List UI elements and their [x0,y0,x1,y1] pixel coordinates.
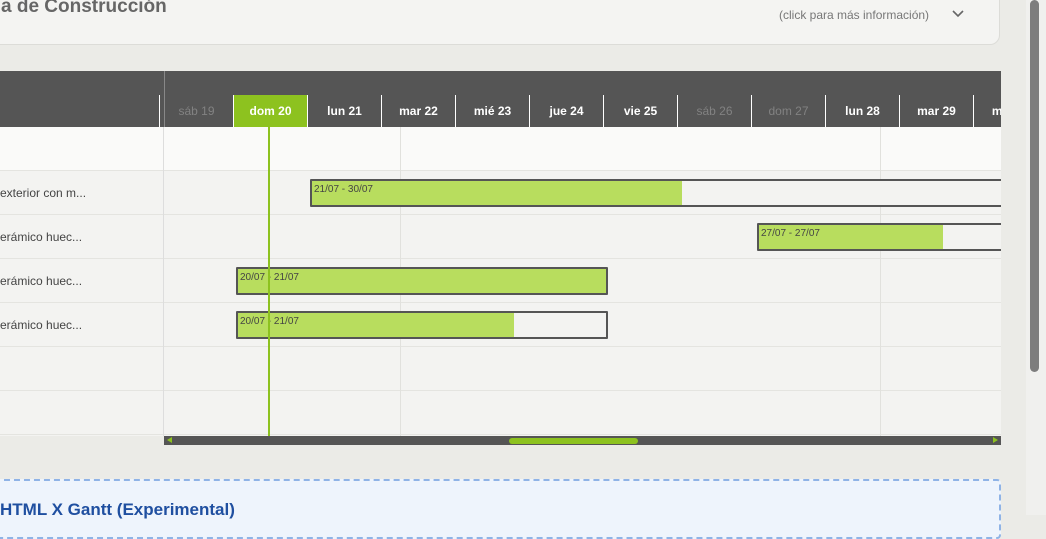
day-label: dom 20 [249,104,292,118]
day-cell[interactable]: jue 24 [529,95,603,127]
task-dates: 27/07 - 27/07 [761,228,820,239]
scroll-left-icon[interactable] [167,437,172,443]
task-name: erámico huec... [0,318,83,332]
gantt-chart: sáb 19 dom 20 lun 21 mar 22 mié 23 jue 2… [0,71,1001,445]
task-row[interactable] [0,347,163,391]
day-cell[interactable]: mar 22 [381,95,455,127]
task-grid: exterior con m... erámico huec... erámic… [0,127,164,436]
task-row[interactable] [0,127,163,171]
today-marker [268,127,270,436]
task-row[interactable] [0,391,163,435]
window-scrollbar[interactable] [1026,0,1046,515]
scroll-right-icon[interactable] [993,437,998,443]
day-cell[interactable]: mié 30 [973,95,1001,127]
day-label: mar 22 [399,104,438,118]
day-cell[interactable]: dom 27 [751,95,825,127]
timeline-row [164,347,1001,391]
day-cell[interactable]: sáb 26 [677,95,751,127]
day-cell[interactable]: lun 21 [307,95,381,127]
page-title: a de Construcción [1,0,167,17]
project-header-card[interactable]: a de Construcción (click para más inform… [0,0,1000,45]
task-row[interactable]: erámico huec... [0,259,163,303]
day-label: sáb 26 [696,104,733,118]
day-label: sáb 19 [178,104,215,118]
more-info-hint[interactable]: (click para más información) [779,8,929,22]
scroll-thumb[interactable] [509,438,638,444]
task-dates: 21/07 - 30/07 [314,184,373,195]
task-bar[interactable]: 27/07 - 27/07 [757,223,1001,251]
day-cell[interactable]: dom 20 [233,95,307,127]
day-cell[interactable]: sáb 19 [159,95,233,127]
week-divider [880,127,881,436]
window-scroll-thumb[interactable] [1030,0,1039,372]
day-label: mié 30 [991,104,1001,118]
experimental-section: HTML X Gantt (Experimental) [0,479,1001,539]
task-name: erámico huec... [0,230,83,244]
timeline-body: 21/07 - 30/07 27/07 - 27/07 20/07 - 21/0… [164,127,1001,436]
task-row[interactable]: erámico huec... [0,215,163,259]
day-label: dom 27 [768,104,809,118]
timeline-row [164,391,1001,435]
task-bar[interactable]: 21/07 - 30/07 [310,179,1001,207]
task-bar[interactable]: 20/07 - 21/07 [236,311,608,339]
day-cell[interactable]: mié 23 [455,95,529,127]
task-row[interactable]: erámico huec... [0,303,163,347]
day-cell[interactable]: mar 29 [899,95,973,127]
task-name: exterior con m... [0,186,87,200]
task-name: erámico huec... [0,274,83,288]
task-bar[interactable]: 20/07 - 21/07 [236,267,608,295]
day-label: mié 23 [473,104,512,118]
timeline-scrollbar[interactable] [164,436,1001,445]
timeline-row [164,127,1001,171]
day-label: vie 25 [623,104,658,118]
grid-header [0,71,164,127]
day-cell[interactable]: lun 28 [825,95,899,127]
experimental-title: HTML X Gantt (Experimental) [0,500,235,519]
day-label: mar 29 [917,104,956,118]
day-label: lun 21 [327,104,362,118]
timeline-header: sáb 19 dom 20 lun 21 mar 22 mié 23 jue 2… [159,71,1001,127]
task-row[interactable]: exterior con m... [0,171,163,215]
day-cell[interactable]: vie 25 [603,95,677,127]
day-label: jue 24 [549,104,584,118]
chevron-down-icon[interactable] [950,6,966,22]
day-label: lun 28 [845,104,880,118]
